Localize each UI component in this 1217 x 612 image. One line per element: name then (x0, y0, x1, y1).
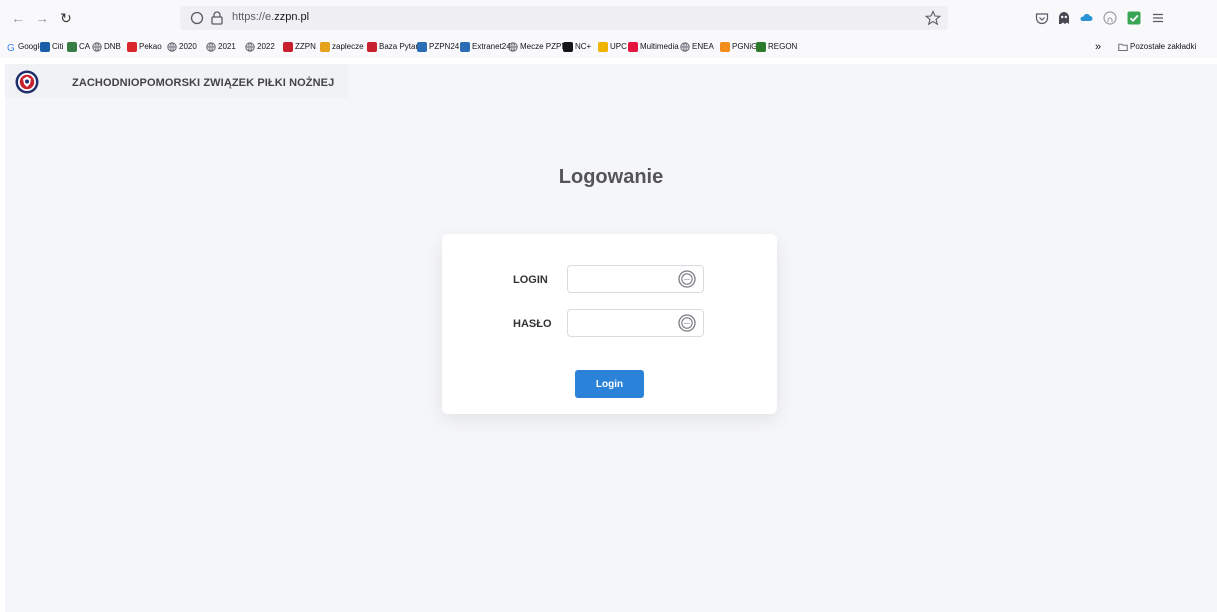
site-header: ZACHODNIOPOMORSKI ZWIĄZEK PIŁKI NOŻNEJ (5, 64, 348, 98)
ca-logo-icon (67, 42, 77, 52)
site-title[interactable]: ZACHODNIOPOMORSKI ZWIĄZEK PIŁKI NOŻNEJ (72, 77, 334, 89)
bookmark-item[interactable]: zaplecze (320, 41, 364, 53)
bookmark-item[interactable]: ENEA (680, 41, 714, 53)
bookmark-label: Pekao (139, 42, 162, 51)
svg-text:G: G (7, 43, 15, 52)
bookmark-item[interactable]: CA (67, 41, 90, 53)
password-field[interactable] (567, 309, 704, 337)
tracking-shield-icon[interactable] (188, 9, 206, 27)
checkbox-extension-icon[interactable] (1126, 10, 1142, 26)
folder-icon (1118, 43, 1128, 52)
bookmark-label: Mecze PZPN (520, 42, 568, 51)
bookmark-item[interactable]: Citi (40, 41, 64, 53)
password-input[interactable] (568, 310, 676, 336)
bookmark-star-icon[interactable] (924, 9, 942, 27)
login-label: LOGIN (513, 274, 548, 286)
pgnig-logo-icon (720, 42, 730, 52)
other-bookmarks-folder[interactable]: Pozostałe zakładki (1118, 41, 1196, 53)
globe-icon (206, 42, 216, 52)
bookmark-item[interactable]: Multimedia (628, 41, 679, 53)
github-icon[interactable] (1102, 10, 1118, 26)
reload-icon[interactable]: ↻ (56, 8, 76, 28)
other-bookmarks-label: Pozostałe zakładki (1130, 42, 1197, 51)
bookmark-item[interactable]: PGNiG (720, 41, 757, 53)
login-input[interactable] (568, 266, 676, 292)
page-title: Logowanie (558, 166, 664, 188)
bookmark-label: Extranet24 (472, 42, 511, 51)
bookmark-item[interactable]: ZZPN (283, 41, 316, 53)
login-button[interactable]: Login (575, 370, 644, 398)
bookmark-label: CA (79, 42, 91, 51)
bookmark-label: PGNiG (732, 42, 758, 51)
cloud-icon[interactable] (1078, 10, 1094, 26)
hamburger-menu-icon[interactable] (1150, 10, 1166, 26)
bookmark-label: Citi (52, 42, 64, 51)
bookmark-label: Baza Pytań (379, 42, 420, 51)
bookmark-item[interactable]: G Google (6, 41, 44, 54)
pocket-icon[interactable] (1034, 10, 1050, 26)
ncplus-logo-icon (563, 42, 573, 52)
password-manager-icon[interactable] (677, 269, 697, 289)
globe-icon (680, 42, 690, 52)
globe-icon (167, 42, 177, 52)
globe-icon (92, 42, 102, 52)
bookmark-item[interactable]: 2022 (245, 41, 275, 53)
upc-logo-icon (598, 42, 608, 52)
url-text[interactable]: https://e.zzpn.pl (232, 11, 309, 23)
bookmarks-bar: G Google Citi CA DNB Pekao 2020 2021 2022 ZZPN zap… (0, 36, 1217, 58)
bookmark-label: DNB (104, 42, 121, 51)
zaplecze-logo-icon (320, 42, 330, 52)
back-arrow-icon[interactable]: ← (8, 8, 28, 28)
bookmark-item[interactable]: PZPN24 (417, 41, 459, 53)
login-card: LOGIN HASŁO Login (442, 234, 777, 414)
pzpn-logo-icon (460, 42, 470, 52)
bookmark-item[interactable]: REGON (756, 41, 797, 53)
google-g-icon: G (6, 42, 16, 54)
regon-logo-icon (756, 42, 766, 52)
zzpn-logo-icon[interactable] (15, 70, 39, 94)
lock-icon[interactable] (208, 9, 226, 27)
bookmark-item[interactable]: DNB (92, 41, 121, 53)
password-manager-icon[interactable] (677, 313, 697, 333)
bookmark-label: REGON (768, 42, 798, 51)
zzpn-logo-icon (367, 42, 377, 52)
page-content: ZACHODNIOPOMORSKI ZWIĄZEK PIŁKI NOŻNEJ L… (5, 64, 1217, 612)
bookmark-item[interactable]: Mecze PZPN (508, 41, 567, 53)
globe-icon (245, 42, 255, 52)
bookmark-item[interactable]: 2020 (167, 41, 197, 53)
ghostery-icon[interactable] (1056, 10, 1072, 26)
globe-icon (508, 42, 518, 52)
bookmark-label: 2022 (257, 42, 275, 51)
bookmark-label: Multimedia (640, 42, 679, 51)
zzpn-logo-icon (283, 42, 293, 52)
bookmark-item[interactable]: NC+ (563, 41, 591, 53)
browser-toolbar: ← → ↻ https://e.zzpn.pl (0, 0, 1217, 36)
pekao-logo-icon (127, 42, 137, 52)
citi-logo-icon (40, 42, 50, 52)
bookmark-item[interactable]: 2021 (206, 41, 236, 53)
bookmark-label: 2020 (179, 42, 197, 51)
bookmark-item[interactable]: Baza Pytań (367, 41, 420, 53)
pzpn-logo-icon (417, 42, 427, 52)
bookmarks-overflow-button[interactable]: » (1095, 41, 1101, 53)
bookmark-item[interactable]: Pekao (127, 41, 162, 53)
bookmark-label: NC+ (575, 42, 592, 51)
bookmark-item[interactable]: Extranet24 (460, 41, 511, 53)
login-field[interactable] (567, 265, 704, 293)
password-label: HASŁO (513, 318, 552, 330)
bookmark-item[interactable]: UPC (598, 41, 627, 53)
bookmark-label: UPC (610, 42, 627, 51)
bookmark-label: 2021 (218, 42, 236, 51)
bookmark-label: ZZPN (295, 42, 316, 51)
multimedia-logo-icon (628, 42, 638, 52)
bookmark-label: zaplecze (332, 42, 364, 51)
bookmark-label: ENEA (692, 42, 714, 51)
bookmark-label: PZPN24 (429, 42, 460, 51)
address-bar[interactable]: https://e.zzpn.pl (180, 6, 948, 30)
forward-arrow-icon[interactable]: → (32, 8, 52, 28)
